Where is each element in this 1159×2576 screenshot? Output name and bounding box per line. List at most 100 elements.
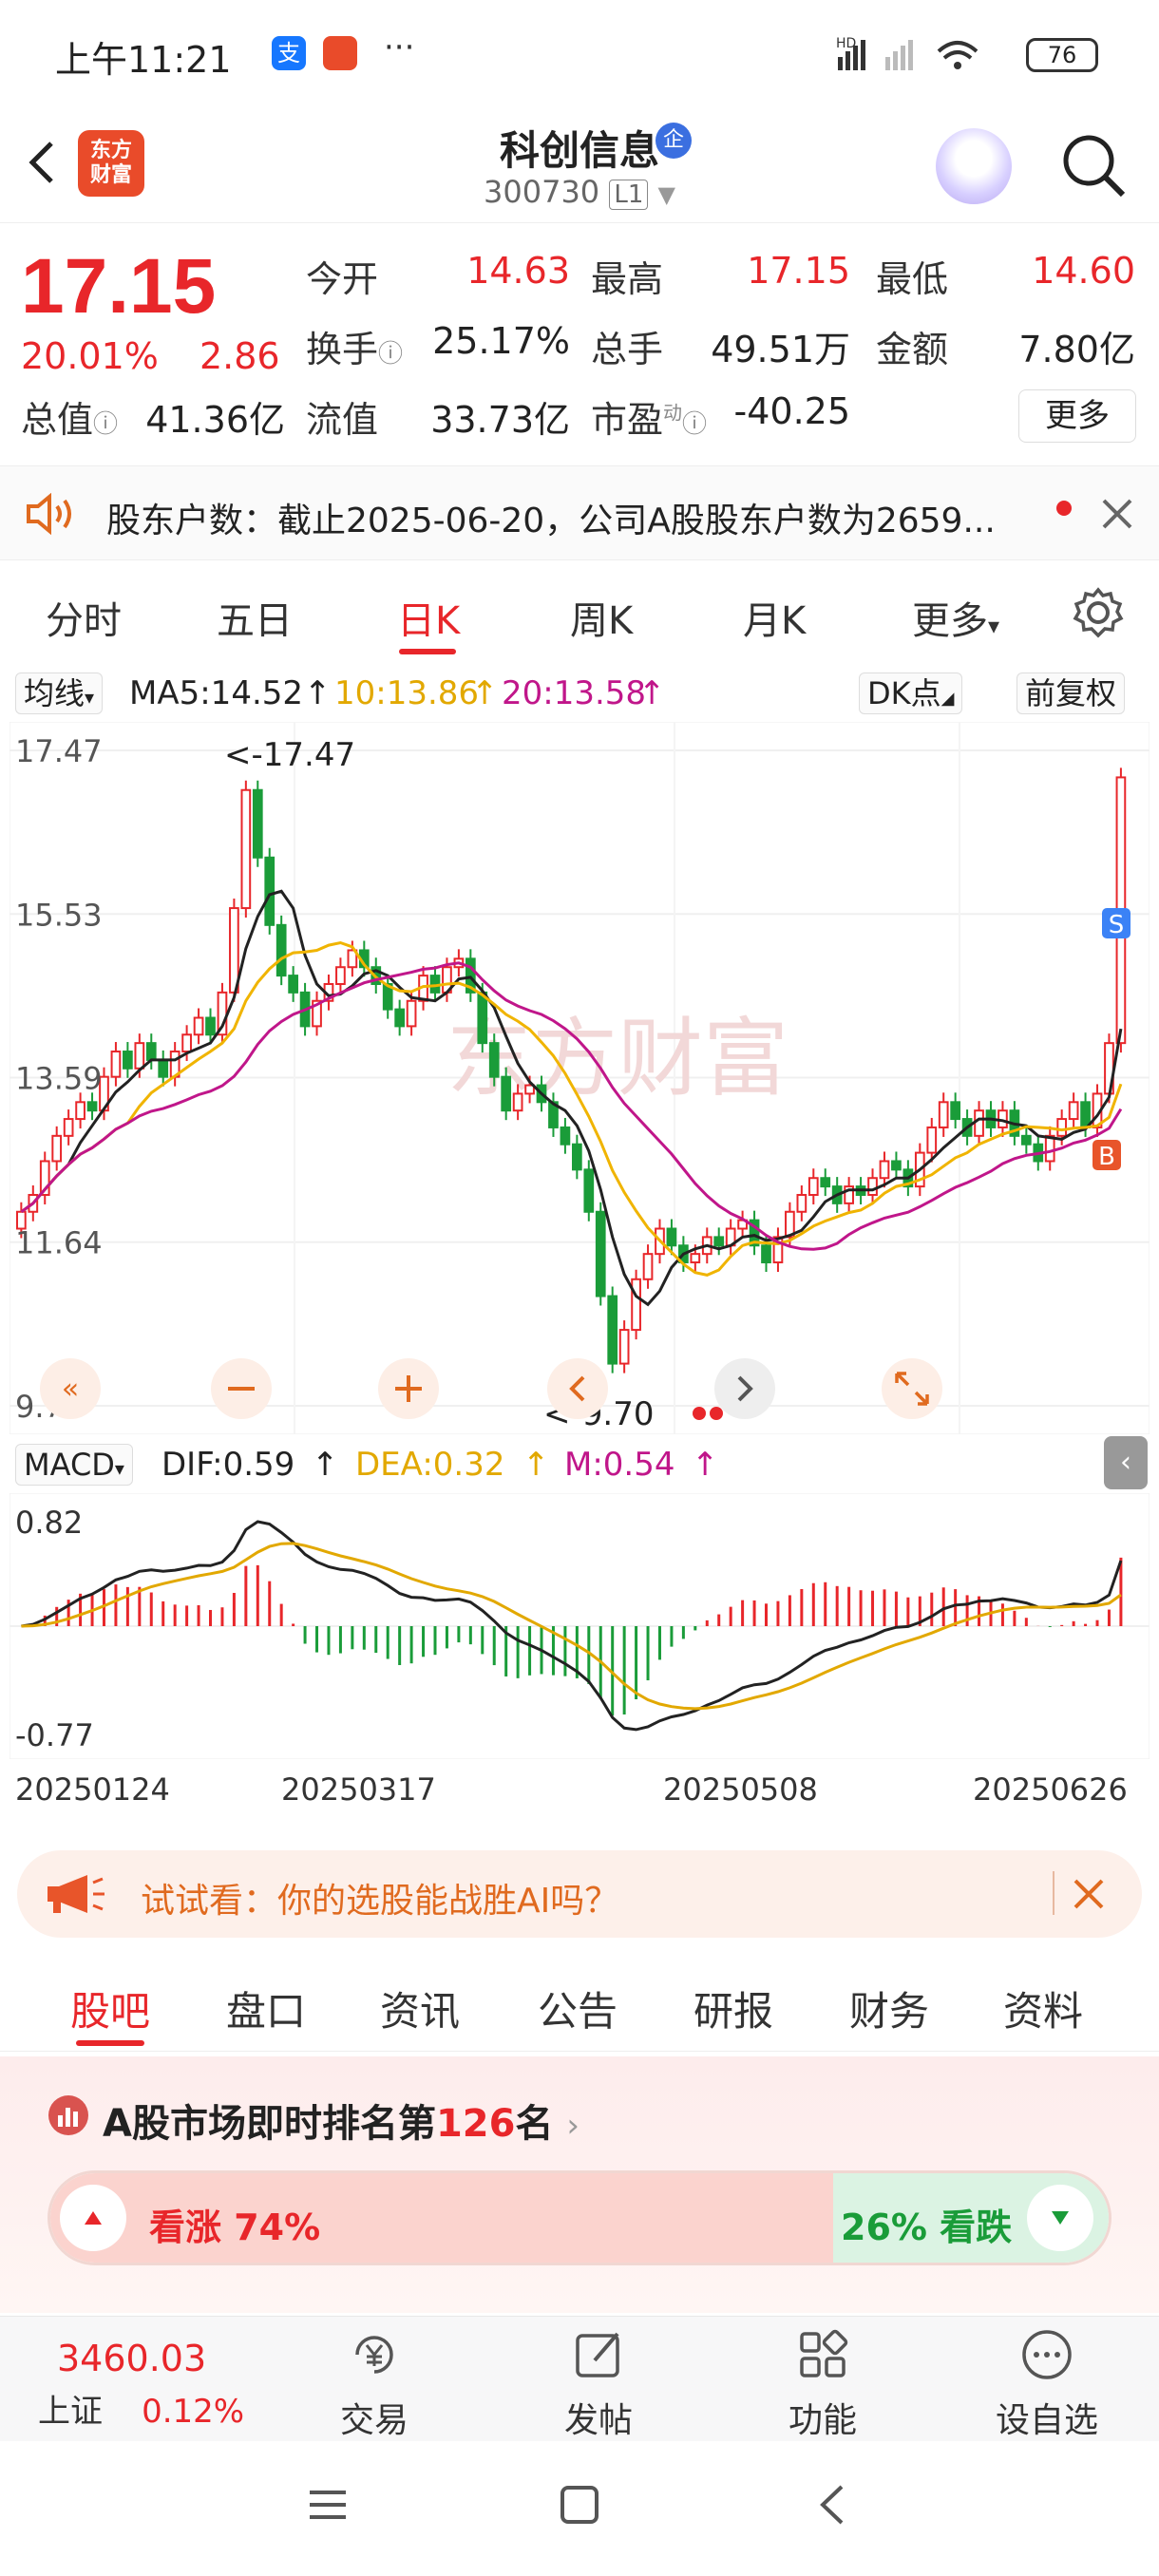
- taobao-icon: [323, 36, 357, 70]
- pan-left-button[interactable]: [547, 1358, 608, 1419]
- change-percent: 20.01%: [21, 335, 159, 377]
- candle: [820, 1177, 831, 1188]
- candle: [488, 1042, 500, 1078]
- index-ticker[interactable]: 3460.03 上证 0.12%: [38, 2338, 244, 2432]
- pe-label[interactable]: 市盈动ⓘ: [591, 390, 707, 443]
- marker-dot: [710, 1407, 723, 1420]
- enterprise-badge: 企: [656, 123, 692, 159]
- tab-research[interactable]: 研报: [694, 1979, 773, 2037]
- stock-code-value: 300730: [484, 174, 600, 210]
- system-nav: [0, 2443, 1159, 2576]
- marker-dot: [693, 1407, 706, 1420]
- ma20-up-arrow: ↑: [638, 674, 666, 712]
- zoom-left-button[interactable]: «: [40, 1358, 101, 1419]
- float-label: 流值: [306, 399, 379, 441]
- menu-icon[interactable]: [304, 2481, 352, 2529]
- close-icon[interactable]: [1100, 497, 1134, 531]
- nav-post[interactable]: 发帖: [532, 2326, 665, 2442]
- date-label: 20250317: [281, 1771, 436, 1808]
- tab-intraday[interactable]: 分时: [46, 590, 122, 645]
- high-label: 最高: [591, 258, 664, 300]
- collapse-panel-button[interactable]: ‹: [1104, 1436, 1148, 1489]
- ma-selector[interactable]: 均线▾: [15, 672, 104, 714]
- tab-announcements[interactable]: 公告: [538, 1979, 618, 2037]
- more-quote-button[interactable]: 更多: [1018, 389, 1136, 443]
- macd-selector[interactable]: MACD▾: [15, 1444, 133, 1486]
- more-circle-icon: [1022, 2330, 1072, 2379]
- tab-more[interactable]: 更多▾: [912, 590, 999, 645]
- turnover-label[interactable]: 换手ⓘ: [306, 320, 403, 372]
- ranking-chart-icon: [48, 2095, 88, 2135]
- ranking-number: 126: [435, 2102, 516, 2146]
- candle: [75, 1101, 86, 1121]
- tab-order-book[interactable]: 盘口: [226, 1979, 306, 2037]
- date-label: 20250508: [663, 1771, 818, 1808]
- dea-up-arrow: ↑: [522, 1446, 550, 1484]
- fullscreen-button[interactable]: [882, 1358, 942, 1419]
- nav-trade[interactable]: 交易: [308, 2326, 441, 2442]
- ai-assistant-avatar[interactable]: [936, 128, 1012, 204]
- tab-monthly-k[interactable]: 月K: [743, 590, 806, 645]
- pan-right-button[interactable]: [714, 1358, 775, 1419]
- caret-down-icon: ▼: [657, 181, 675, 208]
- candle: [607, 1295, 618, 1365]
- home-icon[interactable]: [556, 2481, 603, 2529]
- dif-value: DIF:0.59: [162, 1446, 295, 1484]
- ai-challenge-banner[interactable]: 试试看：你的选股能战胜AI吗？: [17, 1850, 1142, 1938]
- candle: [501, 1075, 512, 1112]
- chevron-right-icon: ›: [566, 2107, 580, 2145]
- kline-chart[interactable]: 东方财富 17.4715.5313.5911.649.70<-17.47<-9.…: [10, 722, 1150, 1434]
- candle: [583, 1168, 595, 1213]
- adjust-button[interactable]: 前复权: [1016, 672, 1126, 714]
- candle: [1044, 1134, 1055, 1163]
- candle: [512, 1092, 523, 1112]
- level-badge: L1: [609, 180, 649, 210]
- tab-five-day[interactable]: 五日: [217, 590, 293, 645]
- dk-point-button[interactable]: DK点◢: [859, 672, 963, 714]
- dea-value: DEA:0.32: [355, 1446, 505, 1484]
- settings-gear-icon[interactable]: [1072, 586, 1125, 639]
- back-nav-icon[interactable]: [809, 2481, 857, 2529]
- search-button[interactable]: [1056, 128, 1132, 204]
- bearish-button[interactable]: [1027, 2185, 1093, 2251]
- zoom-out-button[interactable]: [211, 1358, 272, 1419]
- candle: [560, 1126, 571, 1146]
- candle: [406, 999, 417, 1028]
- ma5-up-arrow: ↑: [304, 674, 332, 712]
- mktcap-label[interactable]: 总值ⓘ: [21, 390, 118, 443]
- volume-label: 总手: [591, 329, 664, 370]
- float-value: 33.73亿: [430, 399, 570, 441]
- sentiment-vote-bar: 看涨 74% 26% 看跌: [48, 2170, 1112, 2265]
- candle: [642, 1253, 654, 1280]
- zoom-in-button[interactable]: [378, 1358, 439, 1419]
- tab-financials[interactable]: 财务: [849, 1979, 929, 2037]
- nav-functions[interactable]: 功能: [756, 2326, 889, 2442]
- macd-chart[interactable]: 0.82 -0.77: [10, 1493, 1150, 1759]
- candle: [879, 1160, 890, 1180]
- bullish-button[interactable]: [60, 2185, 126, 2251]
- tab-profile[interactable]: 资料: [1003, 1979, 1083, 2037]
- candle: [134, 1042, 145, 1070]
- candle: [240, 788, 252, 910]
- open-label: 今开: [306, 258, 379, 300]
- notice-bar[interactable]: 股东户数：截止2025-06-20，公司A股股东户数为2659...: [0, 465, 1159, 560]
- candle: [1056, 1118, 1068, 1137]
- candle: [145, 1042, 157, 1061]
- tab-daily-k[interactable]: 日K: [397, 590, 460, 645]
- tab-forum[interactable]: 股吧: [70, 1979, 150, 2037]
- more-notifications-icon: ···: [384, 28, 415, 66]
- price-axis-label: 11.64: [15, 1225, 103, 1261]
- candle: [974, 1109, 984, 1137]
- candle: [1068, 1101, 1079, 1121]
- tab-weekly-k[interactable]: 周K: [570, 590, 633, 645]
- low-label: 最低: [876, 258, 949, 300]
- close-icon[interactable]: [1072, 1877, 1106, 1911]
- stock-header: 东方 财富 科创信息 企 300730 L1 ▼: [0, 109, 1159, 223]
- ranking-text[interactable]: A股市场即时排名第126名 ›: [103, 2093, 580, 2148]
- candle: [63, 1118, 74, 1137]
- nav-add-watchlist[interactable]: 设自选: [980, 2326, 1113, 2442]
- tab-news[interactable]: 资讯: [380, 1979, 460, 2037]
- candle: [690, 1253, 701, 1264]
- date-axis: 20250124 20250317 20250508 20250626: [0, 1762, 1159, 1819]
- grid-apps-icon: [800, 2329, 848, 2377]
